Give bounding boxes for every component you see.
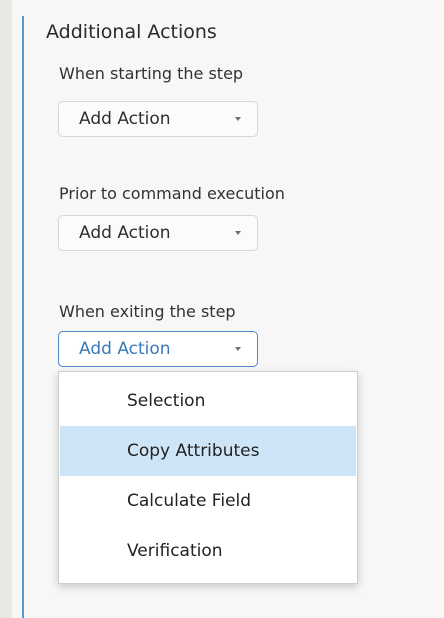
menu-item-copy-attributes[interactable]: Copy Attributes <box>60 426 356 476</box>
when-exiting-add-action-dropdown[interactable]: Add Action <box>58 331 258 367</box>
menu-item-label: Copy Attributes <box>127 441 260 461</box>
additional-actions-panel: Additional Actions When starting the ste… <box>0 0 444 618</box>
chevron-down-icon <box>235 231 241 235</box>
left-accent-line <box>22 16 24 618</box>
menu-item-verification[interactable]: Verification <box>60 526 356 576</box>
prior-to-command-label: Prior to command execution <box>59 184 285 203</box>
menu-item-selection[interactable]: Selection <box>60 376 356 426</box>
menu-item-label: Calculate Field <box>127 491 252 511</box>
section-title: Additional Actions <box>46 21 217 43</box>
prior-to-command-add-action-dropdown[interactable]: Add Action <box>58 215 258 251</box>
add-action-menu: Selection Copy Attributes Calculate Fiel… <box>58 371 358 584</box>
add-action-label: Add Action <box>79 223 171 243</box>
when-exiting-label: When exiting the step <box>59 302 236 321</box>
chevron-down-icon <box>235 117 241 121</box>
when-starting-label: When starting the step <box>59 64 244 83</box>
menu-item-calculate-field[interactable]: Calculate Field <box>60 476 356 526</box>
menu-item-label: Verification <box>127 541 223 561</box>
add-action-label: Add Action <box>79 339 171 359</box>
when-starting-add-action-dropdown[interactable]: Add Action <box>58 101 258 137</box>
add-action-label: Add Action <box>79 109 171 129</box>
chevron-down-icon <box>235 347 241 351</box>
menu-item-label: Selection <box>127 391 206 411</box>
